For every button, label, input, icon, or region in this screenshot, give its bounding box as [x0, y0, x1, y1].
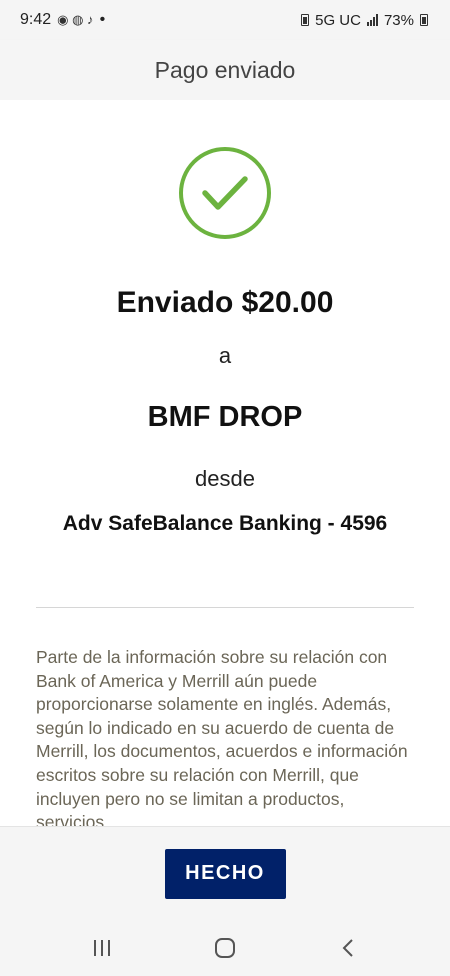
battery-icon	[420, 14, 428, 26]
status-dot: •	[99, 11, 106, 28]
status-right: 5G UC 73%	[301, 12, 428, 29]
footer: HECHO	[0, 826, 450, 920]
status-time: 9:42	[20, 11, 52, 28]
recents-icon[interactable]	[82, 928, 122, 968]
home-icon[interactable]	[205, 928, 245, 968]
to-label: a	[218, 343, 232, 368]
app-header: Pago enviado	[0, 40, 450, 100]
source-account: Adv SafeBalance Banking - 4596	[62, 512, 388, 535]
sent-amount: Enviado $20.00	[116, 286, 334, 319]
done-button[interactable]: HECHO	[164, 848, 286, 899]
page-title: Pago enviado	[154, 56, 296, 83]
from-label: desde	[195, 466, 255, 491]
confirmation-content[interactable]: Enviado $20.00 a BMF DROP desde Adv Safe…	[0, 100, 450, 826]
recipient-name: BMF DROP	[147, 401, 303, 433]
status-bar: 9:42 ◉ ◍ ♪ • 5G UC 73%	[0, 0, 450, 40]
signal-icon	[366, 14, 378, 26]
language-disclaimer: Parte de la información sobre su relació…	[36, 647, 408, 826]
battery-percent: 73%	[383, 11, 414, 29]
battery-saver-icon	[301, 14, 310, 26]
system-nav-bar	[0, 920, 450, 976]
divider	[36, 607, 414, 608]
check-circle-icon	[178, 146, 272, 240]
back-icon[interactable]	[328, 928, 368, 968]
notification-icons: ◉ ◍ ♪	[57, 12, 94, 27]
status-left: 9:42 ◉ ◍ ♪ •	[20, 11, 105, 29]
network-type: 5G UC	[315, 11, 361, 29]
